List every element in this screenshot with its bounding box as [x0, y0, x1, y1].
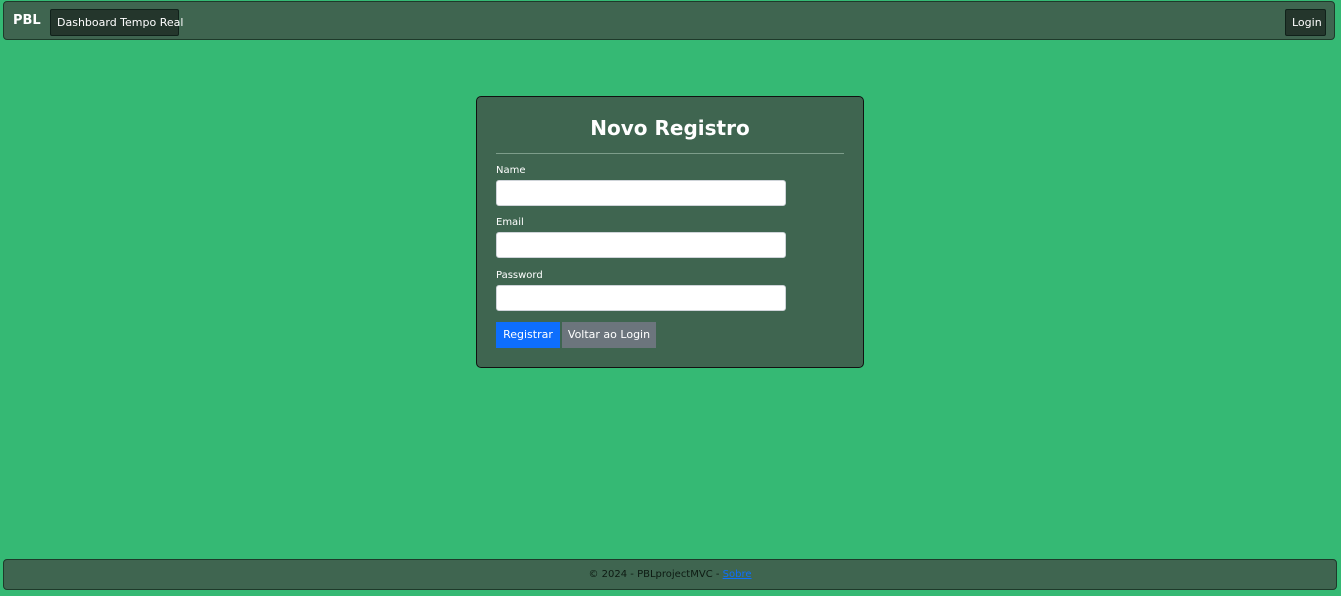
email-input[interactable]: [496, 232, 786, 258]
email-label: Email: [496, 217, 524, 228]
registrar-button[interactable]: Registrar: [496, 322, 560, 348]
password-input[interactable]: [496, 285, 786, 311]
footer-sobre-link[interactable]: Sobre: [723, 569, 752, 580]
back-to-login-button[interactable]: Voltar ao Login: [562, 322, 656, 348]
title-divider: [496, 153, 844, 154]
name-label: Name: [496, 165, 526, 176]
name-input[interactable]: [496, 180, 786, 206]
login-button[interactable]: Login: [1285, 9, 1326, 36]
brand-logo[interactable]: PBL: [13, 13, 41, 28]
top-navbar: PBL Dashboard Tempo Real Login: [3, 1, 1335, 40]
page-title: Novo Registro: [590, 116, 750, 140]
password-label: Password: [496, 270, 543, 281]
register-card: Novo Registro Name Email Password Regist…: [476, 96, 864, 368]
footer: © 2024 - PBLprojectMVC - Sobre: [3, 559, 1337, 590]
dashboard-tempo-real-button[interactable]: Dashboard Tempo Real: [50, 9, 183, 36]
footer-copyright: © 2024 - PBLprojectMVC -: [588, 569, 723, 580]
